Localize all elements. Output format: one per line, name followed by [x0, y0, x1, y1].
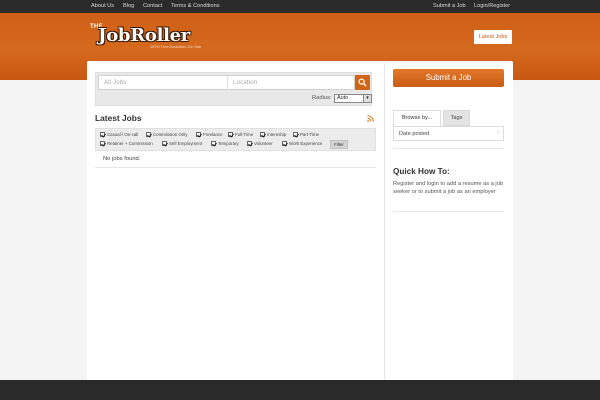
- search-field-divider: [227, 76, 228, 89]
- checkbox-icon: [247, 141, 252, 146]
- filter-freelance[interactable]: Freelance: [196, 132, 223, 137]
- checkbox-icon: [293, 132, 298, 137]
- filter-label: Volunteer: [254, 141, 273, 146]
- chevron-down-icon: ▾: [363, 95, 371, 102]
- filter-label: Part-Time: [300, 132, 320, 137]
- filter-work-experience[interactable]: Work Experience: [282, 141, 322, 146]
- nav-link-terms[interactable]: Terms & Conditions: [171, 3, 220, 9]
- filter-temporary[interactable]: Temporary: [211, 141, 239, 146]
- filter-self-employment[interactable]: Self Employment: [162, 141, 202, 146]
- rss-icon[interactable]: [367, 115, 374, 122]
- sidebar-divider: [393, 148, 504, 149]
- search-icon: [358, 78, 367, 87]
- checkbox-icon: [260, 132, 265, 137]
- filter-label: Internship: [267, 132, 287, 137]
- nav-link-submit-job[interactable]: Submit a Job: [433, 3, 466, 9]
- submit-job-button[interactable]: Submit a Job: [393, 69, 504, 87]
- content-panel: [87, 61, 513, 380]
- keywords-input[interactable]: All Jobs: [104, 79, 126, 86]
- filter-casual[interactable]: Casual / On-call: [100, 132, 138, 137]
- latest-jobs-button[interactable]: Latest Jobs: [474, 30, 512, 44]
- filter-internship[interactable]: Internship: [260, 132, 286, 137]
- tab-browse-by[interactable]: Browse by...: [393, 110, 441, 126]
- nav-link-about-us[interactable]: About Us: [91, 3, 114, 9]
- checkbox-icon: [196, 132, 201, 137]
- location-input[interactable]: Location: [233, 79, 257, 86]
- radius-selected-value: Auto: [337, 95, 349, 101]
- job-search-form: All Jobs Location Radius: Auto ▾: [95, 72, 372, 106]
- radius-label: Radius:: [312, 95, 332, 101]
- tab-tags[interactable]: Tags: [443, 110, 470, 126]
- sidebar-divider: [393, 211, 504, 212]
- checkbox-icon: [228, 132, 233, 137]
- no-jobs-message: No jobs found.: [103, 156, 141, 162]
- filter-label: Commission Only: [153, 132, 188, 137]
- checkbox-icon: [282, 141, 287, 146]
- latest-jobs-heading: Latest Jobs: [95, 113, 142, 123]
- filter-label: Temporary: [218, 141, 239, 146]
- filter-full-time[interactable]: Full-Time: [228, 132, 253, 137]
- quick-how-to-heading: Quick How To:: [393, 167, 450, 176]
- browse-item-label: Date posted: [399, 131, 430, 137]
- browse-tabs: Browse by... Tags Date posted ›: [393, 110, 504, 143]
- radius-select[interactable]: Auto ▾: [334, 94, 372, 103]
- filter-label: Self Employment: [169, 141, 203, 146]
- checkbox-icon: [211, 141, 216, 146]
- filter-label: Freelance: [203, 132, 223, 137]
- search-button[interactable]: [355, 75, 370, 90]
- site-footer: [0, 380, 600, 400]
- browse-item-date-posted[interactable]: Date posted ›: [393, 126, 504, 141]
- filter-label: Retainer + Commission: [107, 141, 153, 146]
- filter-retainer-commission[interactable]: Retainer + Commission: [100, 141, 153, 146]
- chevron-right-icon: ›: [497, 130, 499, 136]
- job-list: No jobs found.: [95, 151, 376, 168]
- checkbox-icon: [162, 141, 167, 146]
- checkbox-icon: [146, 132, 151, 137]
- filter-part-time[interactable]: Part-Time: [293, 132, 319, 137]
- nav-link-blog[interactable]: Blog: [123, 3, 134, 9]
- filter-volunteer[interactable]: Volunteer: [247, 141, 273, 146]
- logo-name: JobRoller: [98, 25, 190, 46]
- filter-commission-only[interactable]: Commission Only: [146, 132, 187, 137]
- filter-label: Work Experience: [289, 141, 323, 146]
- nav-link-contact[interactable]: Contact: [143, 3, 162, 9]
- checkbox-icon: [100, 132, 105, 137]
- quick-how-to-text: Register and login to add a resume as a …: [393, 181, 504, 195]
- checkbox-icon: [100, 141, 105, 146]
- site-logo[interactable]: THE JobRoller 100% Free Australian Job S…: [90, 24, 222, 52]
- column-divider: [384, 63, 385, 380]
- job-type-filter: Casual / On-call Commission Only Freelan…: [95, 128, 376, 151]
- search-fields: All Jobs Location: [98, 75, 355, 90]
- nav-link-login-register[interactable]: Login/Register: [474, 3, 510, 9]
- filter-button[interactable]: Filter: [330, 140, 348, 149]
- filter-label: Full-Time: [235, 132, 254, 137]
- top-navigation-bar: About Us Blog Contact Terms & Conditions…: [0, 0, 600, 13]
- filter-label: Casual / On-call: [107, 132, 139, 137]
- logo-tagline: 100% Free Australian Job Site: [150, 45, 202, 49]
